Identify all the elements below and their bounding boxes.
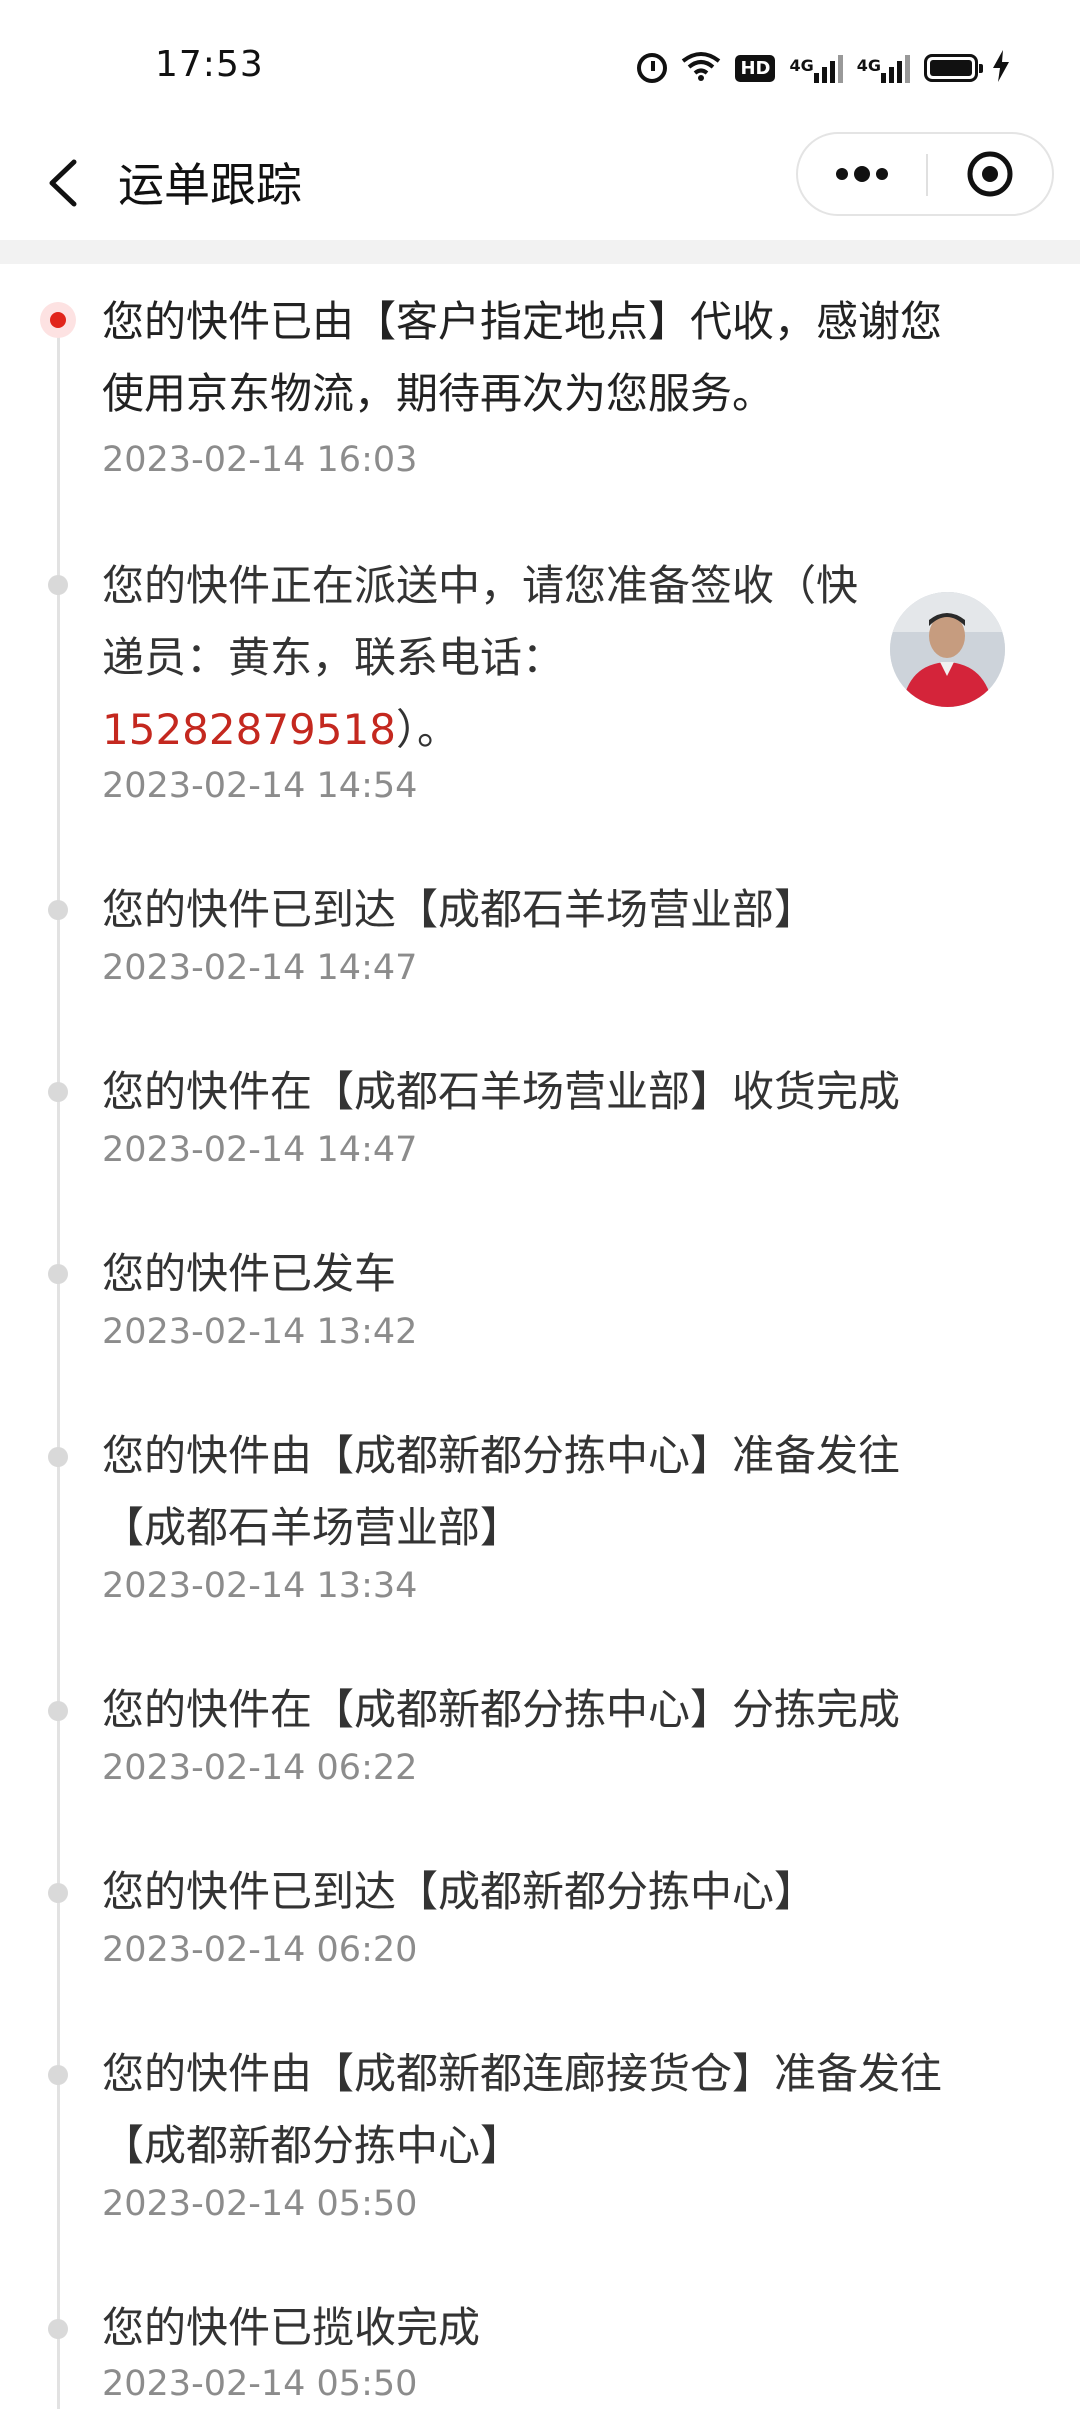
status-time: 17:53 xyxy=(155,44,264,85)
event-time: 2023-02-14 06:20 xyxy=(102,1930,418,1970)
event-description: 您的快件在【成都新都分拣中心】分拣完成 xyxy=(102,1685,901,1734)
mini-program-close-icon xyxy=(967,151,1013,197)
timeline-dot xyxy=(48,1701,68,1721)
event-time: 2023-02-14 14:47 xyxy=(102,1130,418,1170)
signal-icon: 4G xyxy=(789,53,843,83)
wifi-icon xyxy=(681,51,721,85)
event-time: 2023-02-14 13:42 xyxy=(102,1312,418,1352)
courier-phone-link[interactable]: 15282879518 xyxy=(102,705,396,754)
back-button[interactable] xyxy=(38,148,98,218)
event-description-tail: ）。 xyxy=(395,705,459,754)
event-time: 2023-02-14 14:54 xyxy=(102,766,418,806)
event-time: 2023-02-14 05:50 xyxy=(102,2364,418,2404)
timeline-line xyxy=(57,309,60,2409)
event-description: 您的快件正在派送中，请您准备签收（快递员：黄东，联系电话： 15282879518… xyxy=(102,550,882,766)
timeline-dot xyxy=(48,2319,68,2339)
event-description: 您的快件已由【客户指定地点】代收，感谢您使用京东物流，期待再次为您服务。 xyxy=(102,297,943,418)
event-time: 2023-02-14 13:34 xyxy=(102,1566,418,1606)
tracking-timeline: 您的快件已由【客户指定地点】代收，感谢您使用京东物流，期待再次为您服务。 202… xyxy=(0,264,1080,2409)
event-time: 2023-02-14 16:03 xyxy=(102,440,418,480)
event-description: 您的快件由【成都新都连廊接货仓】准备发往【成都新都分拣中心】 xyxy=(102,2049,943,2170)
timeline-dot xyxy=(48,1264,68,1284)
event-description: 您的快件在【成都石羊场营业部】收货完成 xyxy=(102,1067,901,1116)
more-button[interactable] xyxy=(798,134,926,214)
charging-icon xyxy=(992,50,1010,86)
signal-icon: 4G xyxy=(857,53,910,83)
status-icons: HD 4G 4G xyxy=(637,48,1010,88)
current-status-dot xyxy=(40,302,76,338)
event-time: 2023-02-14 05:50 xyxy=(102,2184,418,2224)
navigation-header: 运单跟踪 xyxy=(0,130,1080,240)
more-dots-icon xyxy=(836,166,888,182)
timeline-dot xyxy=(48,1883,68,1903)
timeline-dot xyxy=(48,1082,68,1102)
mini-program-capsule xyxy=(796,132,1054,216)
event-description: 您的快件已发车 xyxy=(102,1249,397,1298)
event-time: 2023-02-14 06:22 xyxy=(102,1748,418,1788)
event-time: 2023-02-14 14:47 xyxy=(102,948,418,988)
courier-photo xyxy=(890,592,1005,707)
battery-icon xyxy=(924,54,983,82)
event-description-text: 您的快件正在派送中，请您准备签收（快递员：黄东，联系电话： xyxy=(102,561,859,682)
timeline-dot xyxy=(48,900,68,920)
hd-badge: HD xyxy=(735,54,776,82)
close-mini-program-button[interactable] xyxy=(928,134,1052,214)
network-type-label: 4G xyxy=(856,56,881,75)
event-description: 您的快件由【成都新都分拣中心】准备发往【成都石羊场营业部】 xyxy=(102,1431,901,1552)
header-divider xyxy=(0,240,1080,264)
timeline-dot xyxy=(48,575,68,595)
back-arrow-icon xyxy=(49,159,77,207)
network-type-label: 4G xyxy=(789,56,814,75)
event-description: 您的快件已揽收完成 xyxy=(102,2303,481,2352)
alarm-icon xyxy=(637,53,668,83)
timeline-dot xyxy=(48,2065,68,2085)
event-description: 您的快件已到达【成都新都分拣中心】 xyxy=(102,1867,817,1916)
courier-avatar[interactable] xyxy=(890,592,1005,707)
page-title: 运单跟踪 xyxy=(118,158,302,212)
status-bar: 17:53 HD 4G 4G xyxy=(0,0,1080,130)
timeline-dot xyxy=(48,1447,68,1467)
event-description: 您的快件已到达【成都石羊场营业部】 xyxy=(102,885,817,934)
